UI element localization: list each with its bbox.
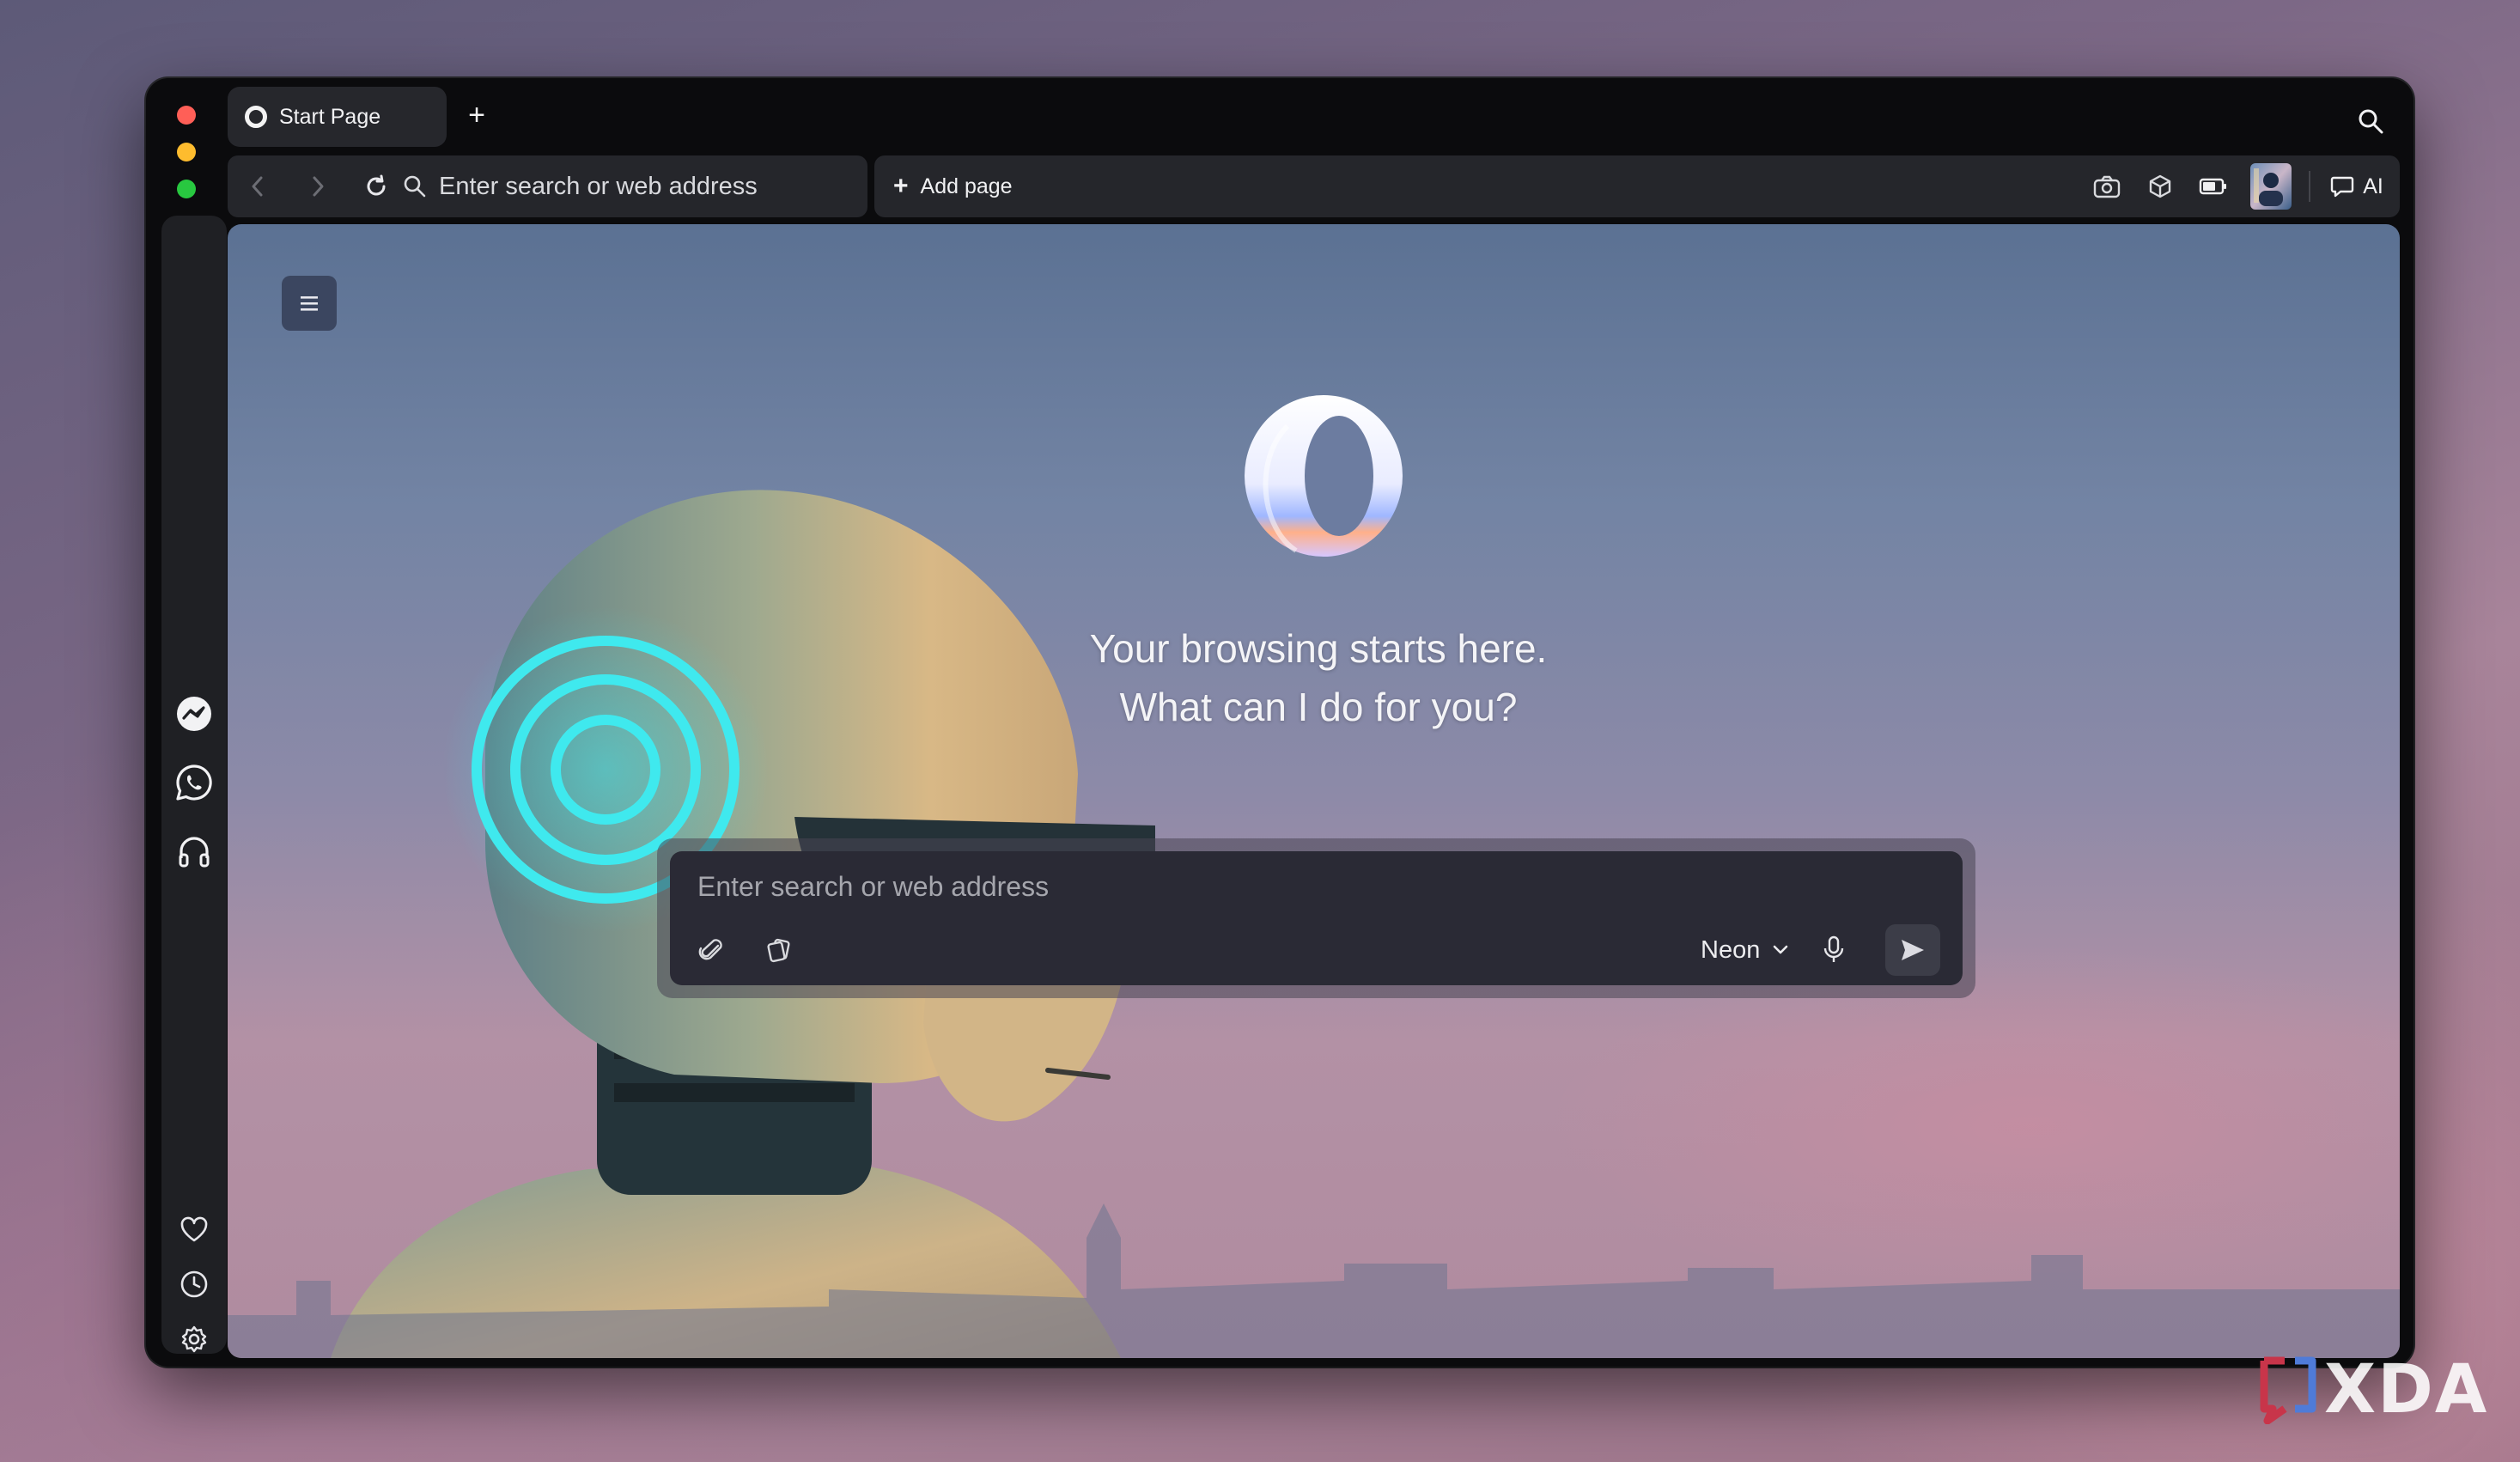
sidebar-item-whatsapp[interactable] (161, 757, 227, 808)
xda-brand-text: XDA (2324, 1351, 2489, 1428)
whatsapp-icon (176, 765, 212, 801)
tab-title: Start Page (279, 104, 381, 129)
chevron-down-icon (1774, 945, 1788, 954)
add-page-button[interactable]: + Add page (893, 155, 1013, 217)
headline-line-1: Your browsing starts here. (1089, 626, 1548, 671)
voice-input-button[interactable] (1812, 929, 1855, 972)
paperclip-icon (698, 939, 722, 960)
headline-line-2: What can I do for you? (1119, 685, 1518, 729)
microphone-icon (1823, 935, 1844, 962)
model-select-value: Neon (1701, 935, 1761, 964)
profile-button[interactable] (2245, 155, 2297, 217)
ai-label: AI (2363, 174, 2383, 198)
snapshot-button[interactable] (2085, 155, 2128, 217)
new-tab-button[interactable]: + (455, 94, 498, 137)
sidebar-item-history[interactable] (161, 1258, 227, 1310)
close-window-button[interactable] (177, 106, 196, 125)
sidebar-item-music[interactable] (161, 825, 227, 877)
page-toolbar: + Add page AI (874, 155, 2400, 217)
chevron-left-icon (252, 176, 263, 197)
xda-logo-icon (2260, 1356, 2316, 1424)
browser-window: Start Page + Enter search or web address… (146, 78, 2413, 1367)
battery-icon (2199, 178, 2226, 195)
search-icon (404, 175, 426, 198)
sidebar-item-messenger[interactable] (161, 688, 227, 740)
start-page: Your browsing starts here. What can I do… (228, 224, 2400, 1358)
forward-button[interactable] (296, 155, 339, 217)
chevron-right-icon (313, 176, 324, 197)
send-icon (1902, 940, 1924, 960)
camera-icon (2093, 175, 2121, 198)
tab-search-button[interactable] (2353, 104, 2388, 138)
opera-tab-icon (245, 106, 267, 128)
avatar (2250, 163, 2292, 210)
reload-icon (367, 174, 386, 196)
heart-icon (180, 1216, 208, 1242)
model-select[interactable]: Neon (1701, 927, 1789, 973)
address-bar[interactable]: Enter search or web address (439, 155, 758, 217)
search-panel: Neon (670, 851, 1963, 985)
messenger-icon (177, 697, 211, 731)
cards-icon (767, 938, 790, 963)
plus-icon: + (893, 172, 909, 200)
address-toolbar: Enter search or web address (228, 155, 867, 217)
add-page-label: Add page (920, 174, 1013, 198)
ai-button[interactable]: AI (2322, 155, 2391, 217)
cube-icon (2149, 174, 2171, 198)
gear-icon (181, 1325, 207, 1353)
toolbar-divider (2309, 171, 2310, 202)
sidebar-item-bookmarks[interactable] (161, 1203, 227, 1255)
tab-start-page[interactable]: Start Page (228, 87, 447, 147)
xda-watermark: XDA (2257, 1351, 2488, 1428)
attach-button[interactable] (689, 929, 732, 972)
sidebar (161, 216, 227, 1354)
chat-bubble-icon (2330, 176, 2354, 198)
headphones-icon (179, 837, 210, 868)
back-button[interactable] (236, 155, 279, 217)
extensions-button[interactable] (2139, 155, 2182, 217)
hamburger-icon (301, 296, 318, 311)
clock-icon (180, 1270, 208, 1298)
minimize-window-button[interactable] (177, 143, 196, 161)
start-page-menu-button[interactable] (282, 276, 337, 331)
address-search-icon-wrap (398, 155, 432, 217)
search-input[interactable] (696, 864, 1644, 909)
battery-saver-button[interactable] (2192, 155, 2235, 217)
maximize-window-button[interactable] (177, 180, 196, 198)
background-city-skyline (228, 1203, 2400, 1358)
send-button[interactable] (1885, 924, 1940, 976)
reload-button[interactable] (355, 155, 398, 217)
search-icon (2359, 109, 2383, 134)
ai-search-box: Neon (657, 838, 1975, 998)
opera-logo-icon (1245, 395, 1403, 557)
sidebar-item-settings[interactable] (161, 1313, 227, 1365)
headline: Your browsing starts here. What can I do… (983, 619, 1653, 736)
context-button[interactable] (758, 929, 800, 972)
